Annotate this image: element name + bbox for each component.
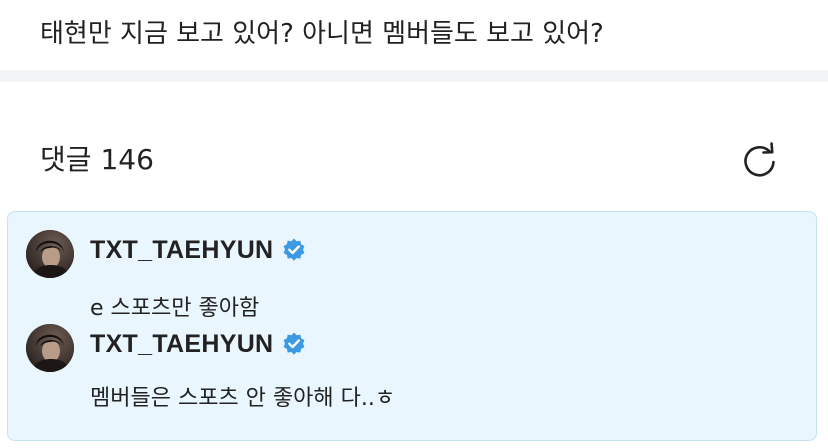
verified-badge-icon [281,237,307,263]
comment-text: 멤버들은 스포츠 안 좋아해 다..ㅎ [90,386,396,411]
avatar[interactable] [26,230,74,278]
author-name[interactable]: TXT_TAEHYUN [90,328,273,360]
comments-label: 댓글 [40,143,92,176]
refresh-icon [740,140,780,180]
highlighted-comment-thread[interactable]: TXT_TAEHYUN e 스포츠만 좋아함 TXT_TAEHYUN 멤버들은 … [7,211,817,441]
author-name[interactable]: TXT_TAEHYUN [90,234,273,266]
author-row: TXT_TAEHYUN [90,328,307,360]
author-row: TXT_TAEHYUN [90,234,307,266]
comments-count: 146 [100,143,154,176]
refresh-button[interactable] [738,138,782,182]
section-divider [0,70,828,82]
comments-header: 댓글 146 [40,140,154,180]
comment-text: e 스포츠만 좋아함 [90,296,260,321]
verified-badge-icon [281,331,307,357]
question-text: 태현만 지금 보고 있어? 아니면 멤버들도 보고 있어? [40,19,604,49]
avatar[interactable] [26,324,74,372]
